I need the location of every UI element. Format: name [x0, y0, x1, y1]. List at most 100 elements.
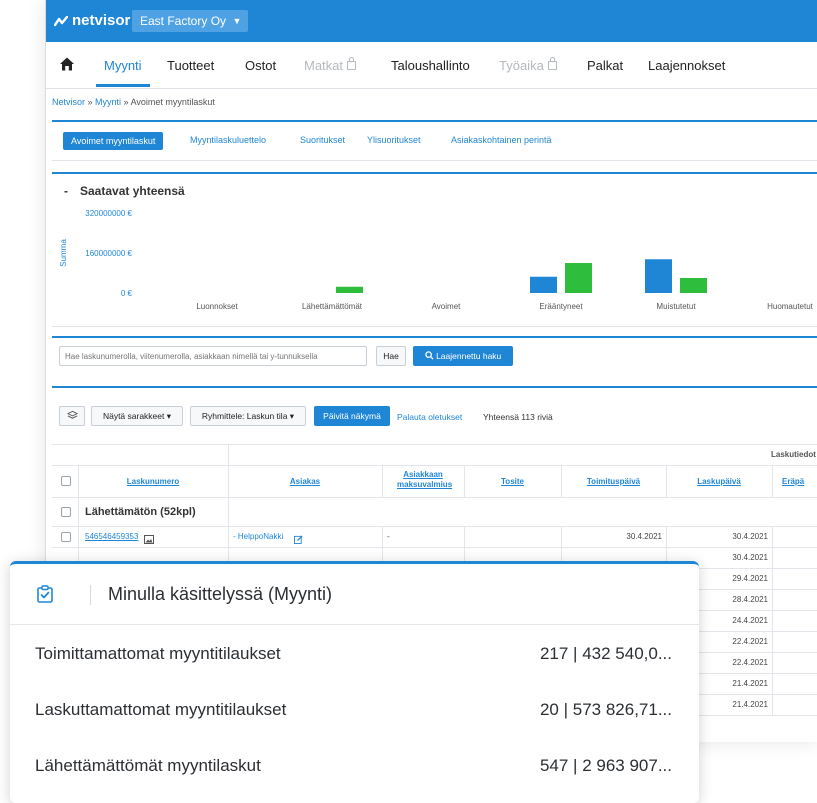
x-tick-label: Huomautetut [767, 302, 814, 311]
x-tick-label: Avoimet [432, 302, 462, 311]
top-bar: netvisor East Factory Oy ▼ [46, 0, 817, 42]
main-nav: Myynti Tuotteet Ostot Matkat Taloushallinto T… [46, 42, 817, 89]
column-divider [772, 674, 773, 694]
image-icon[interactable] [144, 531, 154, 544]
nav-item-label: Työaika [499, 58, 544, 73]
nav-item-ostot[interactable]: Ostot [245, 58, 276, 73]
column-divider [772, 632, 773, 652]
column-header-payment-readiness[interactable]: Asiakkaan maksuvalmius [397, 470, 452, 490]
lock-icon [347, 57, 357, 70]
nav-item-label: Palkat [587, 58, 624, 73]
invoice-number-link[interactable]: 546546459353 [85, 532, 138, 541]
subtab-customer-collection[interactable]: Asiakaskohtainen perintä [451, 135, 552, 145]
subtab-invoice-list[interactable]: Myyntilaskuluettelo [190, 135, 266, 145]
table-row[interactable]: 546546459353 - HelppoNakki - 30.4.2021 3… [52, 527, 817, 548]
collapse-icon[interactable]: - [64, 184, 68, 198]
company-selector[interactable]: East Factory Oy [132, 10, 235, 32]
invoice-date-cell: 30.4.2021 [732, 532, 768, 541]
breadcrumb-separator: » [121, 97, 131, 107]
column-divider [772, 695, 773, 715]
chart-section-title[interactable]: - Saatavat yhteensä [64, 184, 185, 198]
table-group-header-row: Laskutiedot [52, 444, 817, 466]
search-icon [424, 351, 436, 361]
column-header-invoice-number[interactable]: Laskunumero [78, 477, 228, 486]
column-divider [772, 653, 773, 673]
breadcrumb-section[interactable]: Myynti [95, 97, 121, 107]
task-row-undelivered-orders[interactable]: Toimittamattomat myyntitilaukset 217 | 4… [10, 626, 699, 682]
table-header-row: Laskunumero Asiakas Asiakkaan maksuvalmi… [52, 465, 817, 498]
edit-icon[interactable] [294, 531, 303, 544]
column-divider [772, 590, 773, 610]
column-header-invoice-date[interactable]: Laskupäivä [666, 477, 772, 486]
nav-item-laajennokset[interactable]: Laajennokset [648, 58, 725, 73]
nav-item-palkat[interactable]: Palkat [587, 58, 623, 73]
nav-item-taloushallinto[interactable]: Taloushallinto [391, 58, 470, 73]
status-group-label: Lähettämätön (52kpl) [85, 506, 196, 518]
nav-item-tuotteet[interactable]: Tuotteet [167, 58, 214, 73]
column-divider [228, 527, 229, 547]
nav-item-myynti[interactable]: Myynti [96, 58, 150, 87]
column-divider [772, 569, 773, 589]
row-checkbox[interactable] [61, 532, 71, 542]
receivables-chart-panel: - Saatavat yhteensä Summa 320000000 € 16000… [52, 172, 817, 327]
x-tick-label: Erääntyneet [539, 302, 583, 311]
row-total: Yhteensä 113 riviä [483, 412, 553, 422]
netvisor-logo-icon [53, 15, 69, 27]
subtab-open-invoices[interactable]: Avoimet myyntilaskut [63, 132, 164, 150]
invoice-details-group-header: Laskutiedot [771, 450, 816, 459]
column-divider [228, 498, 229, 526]
show-columns-label: Näytä sarakkeet [102, 411, 165, 421]
column-header-customer[interactable]: Asiakas [228, 477, 382, 486]
column-divider [78, 498, 79, 526]
company-dropdown-button[interactable]: ▼ [226, 10, 248, 32]
group-by-button[interactable]: Ryhmittele: Laskun tila ▾ [190, 406, 306, 426]
home-icon[interactable] [59, 56, 75, 72]
header-divider [90, 585, 91, 605]
bar [565, 263, 592, 293]
layers-button[interactable] [59, 406, 85, 426]
y-tick-label: 320000000 € [85, 209, 132, 218]
group-checkbox[interactable] [61, 507, 71, 517]
bar [680, 278, 707, 293]
reset-defaults-link[interactable]: Palauta oletukset [397, 412, 462, 422]
advanced-search-label: Laajennettu haku [436, 351, 502, 361]
y-tick-label: 160000000 € [85, 249, 132, 258]
column-divider [772, 465, 773, 497]
task-label: Lähettämättömät myyntilaskut [35, 756, 261, 775]
netvisor-logo[interactable]: netvisor [53, 12, 130, 29]
status-group-row[interactable]: Lähettämätön (52kpl) [52, 498, 817, 527]
column-header-voucher[interactable]: Tosite [464, 477, 561, 486]
subtab-overpayments[interactable]: Ylisuoritukset [367, 135, 421, 145]
task-row-unsent-invoices[interactable]: Lähettämättömät myyntilaskut 547 | 2 963… [10, 738, 699, 794]
my-tasks-title: Minulla käsittelyssä (Myynti) [108, 584, 333, 604]
task-row-uninvoiced-orders[interactable]: Laskuttamattomat myyntitilaukset 20 | 57… [10, 682, 699, 738]
task-value: 20 | 573 826,71... [539, 700, 672, 719]
subtab-payments[interactable]: Suoritukset [300, 135, 345, 145]
y-tick-label: 0 € [121, 289, 133, 298]
nav-item-matkat: Matkat [304, 57, 357, 73]
nav-item-ty-aika: Työaika [499, 57, 557, 73]
breadcrumb-current: Avoimet myyntilaskut [130, 97, 215, 107]
customer-link[interactable]: - HelppoNakki [233, 532, 283, 541]
select-all-checkbox[interactable] [61, 476, 71, 486]
column-divider [772, 527, 773, 547]
refresh-view-button[interactable]: Päivitä näkymä [314, 406, 390, 426]
advanced-search-button[interactable]: Laajennettu haku [413, 346, 513, 366]
breadcrumb: Netvisor » Myynti » Avoimet myyntilaskut [52, 97, 215, 107]
search-input[interactable] [59, 346, 367, 366]
column-header-due-date[interactable]: Eräpä [782, 477, 804, 486]
payment-readiness-cell: - [387, 532, 390, 541]
column-divider [228, 445, 229, 465]
breadcrumb-separator: » [85, 97, 96, 107]
column-header-delivery-date[interactable]: Toimituspäivä [561, 477, 666, 486]
search-panel: Hae Laajennettu haku [52, 336, 817, 380]
show-columns-button[interactable]: Näytä sarakkeet ▾ [91, 406, 183, 426]
receivables-bar-chart: Summa 320000000 € 160000000 € 0 € Luonnokset… [59, 209, 814, 311]
task-label: Laskuttamattomat myyntitilaukset [35, 700, 287, 719]
breadcrumb-root[interactable]: Netvisor [52, 97, 85, 107]
bar [645, 259, 672, 293]
nav-item-label: Myynti [104, 58, 142, 73]
x-tick-label: Luonnokset [196, 302, 238, 311]
caret-down-icon: ▾ [289, 411, 295, 421]
search-button[interactable]: Hae [376, 346, 406, 366]
